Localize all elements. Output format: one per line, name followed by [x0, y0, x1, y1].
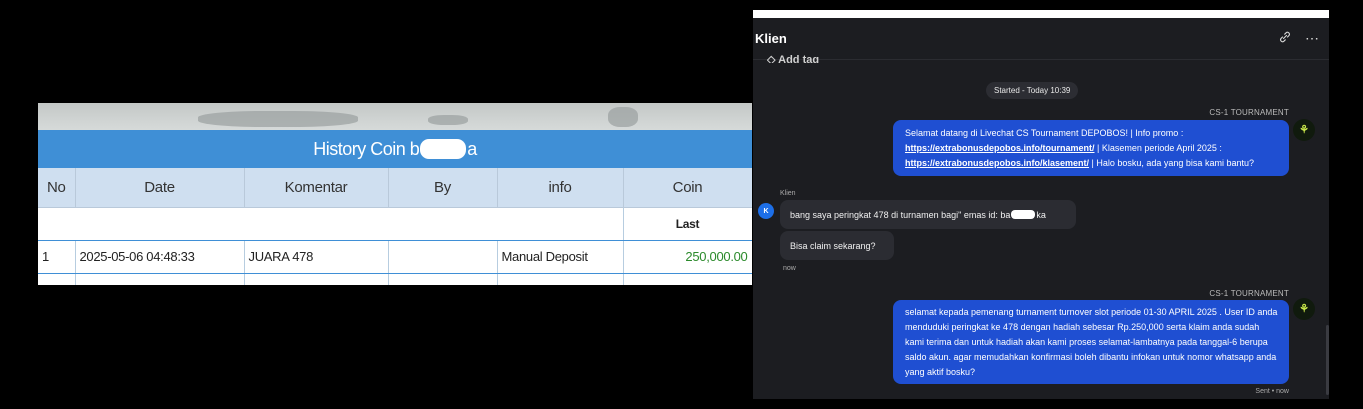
sent-status: Sent • now [1255, 388, 1289, 395]
coin-last-label: Last [623, 207, 752, 241]
history-title-prefix: History Coin b [313, 138, 420, 159]
livechat-panel: Klien ⋯ ◇ Add tag Started - Today 10:39 … [753, 10, 1329, 399]
table-row: 1 2025-05-06 04:48:33 JUARA 478 Manual D… [38, 240, 752, 274]
column-header-coin[interactable]: Coin [623, 168, 752, 208]
column-header-by[interactable]: By [388, 168, 498, 208]
agent-message-bubble: Selamat datang di Livechat CS Tournament… [893, 120, 1289, 176]
cell-by [388, 240, 498, 274]
message-text: Bisa claim sekarang? [790, 240, 876, 251]
cell-coin: 250,000.00 [623, 240, 752, 274]
chat-header: Klien ⋯ [753, 18, 1329, 60]
message-text: ka [1036, 209, 1046, 220]
top-divider [753, 10, 1329, 18]
column-header-no[interactable]: No [38, 168, 76, 208]
more-icon[interactable]: ⋯ [1305, 30, 1319, 47]
history-table: No Date Komentar By info Coin Last 1 202… [38, 168, 752, 285]
cell-date: 2025-05-06 04:48:33 [75, 240, 245, 274]
cell-komentar: JUARA 478 [244, 240, 389, 274]
table-header-row: No Date Komentar By info Coin [38, 168, 752, 208]
client-message-bubble: Bisa claim sekarang? [780, 231, 894, 260]
cell-info: Manual Deposit [497, 240, 624, 274]
table-row-partial [38, 273, 752, 285]
add-tag-label: Add tag [778, 54, 820, 63]
column-header-komentar[interactable]: Komentar [244, 168, 389, 208]
tournament-link[interactable]: https://extrabonusdepobos.info/tournamen… [905, 143, 1095, 153]
client-message-bubble: bang saya peringkat 478 di turnamen bagi… [780, 200, 1076, 229]
agent-message-bubble: selamat kepada pemenang turnament turnov… [893, 300, 1289, 384]
agent-name-label: CS-1 TOURNAMENT [1209, 108, 1289, 117]
cell-no: 1 [38, 240, 76, 274]
chat-scrollbar[interactable] [1326, 325, 1329, 395]
message-text: Selamat datang di Livechat CS Tournament… [905, 128, 1184, 138]
chat-title: Klien [755, 31, 787, 46]
chat-header-tools: ⋯ [1279, 30, 1319, 47]
link-icon[interactable] [1279, 30, 1291, 47]
redacted-username [1011, 210, 1036, 219]
client-avatar: K [758, 203, 774, 219]
depobos-logo-icon: ⚘ [1293, 298, 1315, 320]
column-header-info[interactable]: info [497, 168, 624, 208]
history-coin-panel: History Coin b a No Date Komentar By info… [38, 103, 752, 285]
agent-name-label: CS-1 TOURNAMENT [1209, 289, 1289, 298]
history-title-suffix: a [467, 138, 477, 159]
redacted-username [420, 139, 467, 159]
message-text: | Klasemen periode April 2025 : [1094, 143, 1222, 153]
started-badge: Started - Today 10:39 [986, 82, 1079, 99]
add-tag-button[interactable]: ◇ Add tag [767, 53, 819, 63]
header-map-decoration [38, 103, 752, 130]
message-text: bang saya peringkat 478 di turnamen bagi… [790, 209, 1011, 220]
message-text: selamat kepada pemenang turnament turnov… [905, 307, 1278, 377]
depobos-logo-icon: ⚘ [1293, 119, 1315, 141]
tag-icon: ◇ [767, 54, 776, 63]
table-subheader-row: Last [38, 207, 752, 241]
message-text: | Halo bosku, ada yang bisa kami bantu? [1089, 158, 1254, 168]
client-message-time: now [783, 265, 796, 272]
client-name-label: Klien [780, 190, 796, 197]
klasement-link[interactable]: https://extrabonusdepobos.info/klasement… [905, 158, 1089, 168]
history-title: History Coin b a [38, 130, 752, 168]
column-header-date[interactable]: Date [75, 168, 245, 208]
